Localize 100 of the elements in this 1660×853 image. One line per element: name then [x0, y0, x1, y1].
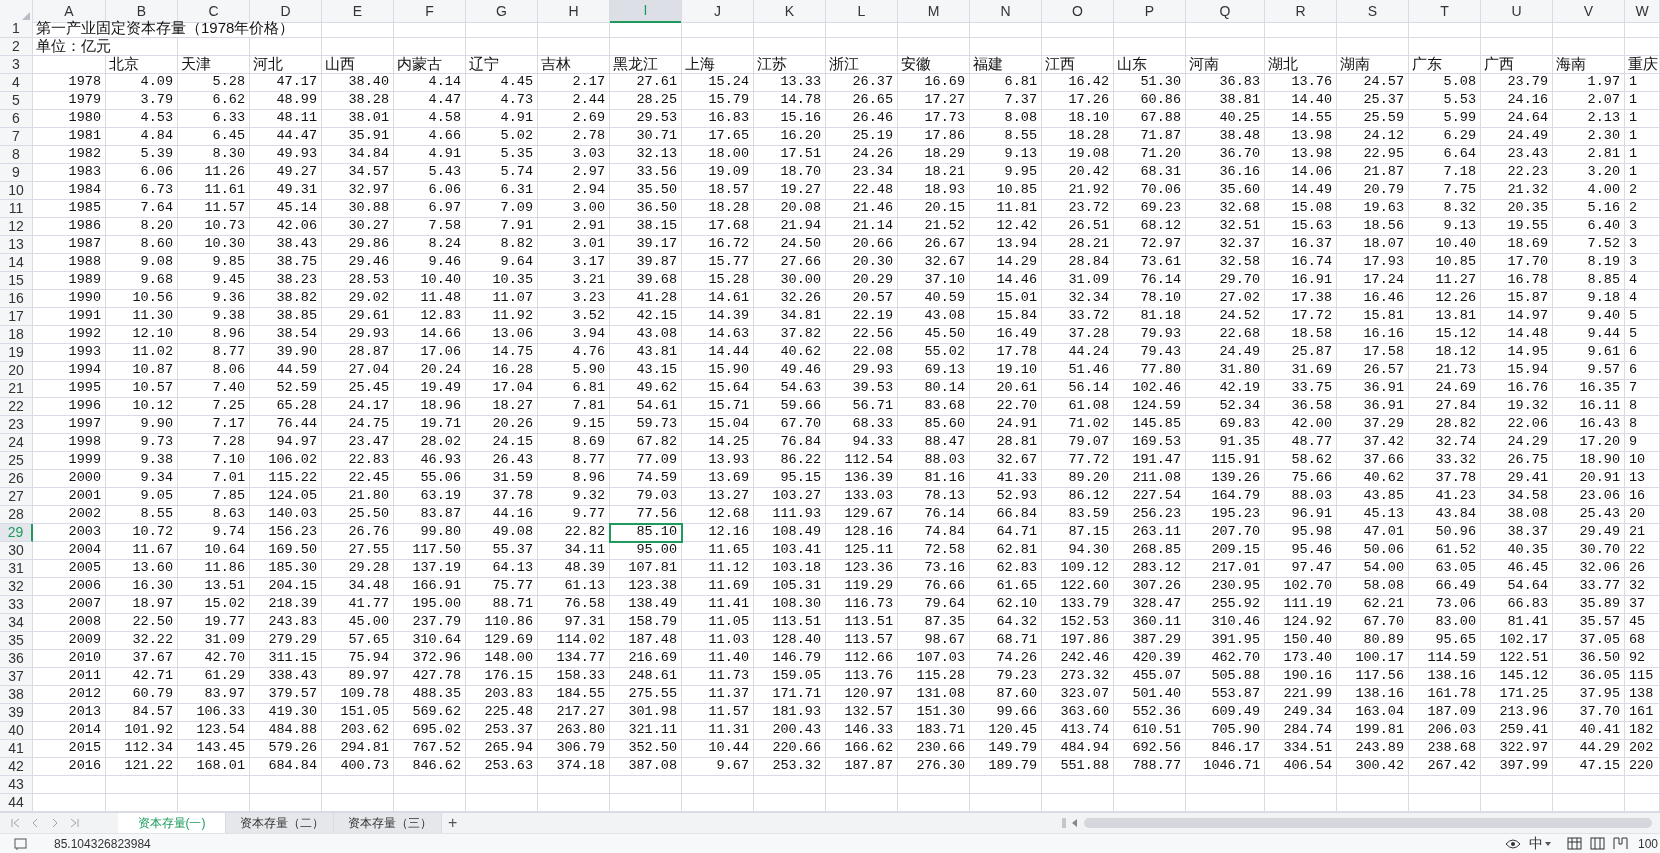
- table-cell[interactable]: 40.41: [1553, 722, 1625, 740]
- table-cell[interactable]: 18.28: [1042, 128, 1114, 146]
- sheet-tab[interactable]: 资本存量（二）: [226, 813, 334, 833]
- cell-mode-icon[interactable]: [14, 837, 28, 850]
- empty-cell[interactable]: [1625, 20, 1660, 38]
- empty-cell[interactable]: [1265, 776, 1337, 794]
- table-cell[interactable]: 17.06: [394, 344, 466, 362]
- table-cell[interactable]: 20.26: [466, 416, 538, 434]
- table-cell[interactable]: 38.28: [322, 92, 394, 110]
- column-header[interactable]: T: [1409, 0, 1481, 23]
- table-cell[interactable]: 72.97: [1114, 236, 1186, 254]
- table-cell[interactable]: 38.82: [250, 290, 322, 308]
- table-cell[interactable]: 天津: [178, 56, 250, 74]
- table-cell[interactable]: 11.05: [682, 614, 754, 632]
- table-cell[interactable]: 2.17: [538, 74, 610, 92]
- table-cell[interactable]: 57.65: [322, 632, 394, 650]
- table-cell[interactable]: 34.81: [754, 308, 826, 326]
- table-cell[interactable]: 9.74: [178, 524, 250, 542]
- table-cell[interactable]: 第一产业固定资本存量（1978年价格）: [33, 20, 322, 38]
- table-cell[interactable]: 16.49: [970, 326, 1042, 344]
- table-cell[interactable]: 124.59: [1114, 398, 1186, 416]
- table-cell[interactable]: 95.15: [754, 470, 826, 488]
- table-cell[interactable]: 32.67: [898, 254, 970, 272]
- table-cell[interactable]: 9.44: [1553, 326, 1625, 344]
- table-cell[interactable]: 浙江: [826, 56, 898, 74]
- row-header[interactable]: 38: [0, 686, 33, 704]
- table-cell[interactable]: 13.69: [682, 470, 754, 488]
- zoom-level[interactable]: 100: [1637, 834, 1658, 853]
- table-cell[interactable]: 552.36: [1114, 704, 1186, 722]
- row-header[interactable]: 31: [0, 560, 33, 578]
- table-cell[interactable]: 168.01: [178, 758, 250, 776]
- table-cell[interactable]: 6.29: [1409, 128, 1481, 146]
- row-header[interactable]: 41: [0, 740, 33, 758]
- table-cell[interactable]: 88.71: [466, 596, 538, 614]
- table-cell[interactable]: 18.70: [754, 164, 826, 182]
- table-cell[interactable]: 13.94: [970, 236, 1042, 254]
- table-cell[interactable]: 48.77: [1265, 434, 1337, 452]
- table-cell[interactable]: 37.70: [1553, 704, 1625, 722]
- table-cell[interactable]: 45.13: [1337, 506, 1409, 524]
- column-header[interactable]: K: [754, 0, 826, 23]
- table-cell[interactable]: 338.43: [250, 668, 322, 686]
- table-cell[interactable]: 156.23: [250, 524, 322, 542]
- table-cell[interactable]: 4: [1625, 290, 1660, 308]
- table-cell[interactable]: 67.88: [1114, 110, 1186, 128]
- horizontal-scrollbar[interactable]: [1084, 818, 1652, 828]
- table-cell[interactable]: 306.79: [538, 740, 610, 758]
- table-cell[interactable]: 7.40: [178, 380, 250, 398]
- table-cell[interactable]: 2012: [33, 686, 106, 704]
- empty-cell[interactable]: [826, 38, 898, 56]
- table-cell[interactable]: 13.06: [466, 326, 538, 344]
- table-cell[interactable]: 58.62: [1265, 452, 1337, 470]
- table-cell[interactable]: 33.75: [1265, 380, 1337, 398]
- table-cell[interactable]: 9.13: [970, 146, 1042, 164]
- empty-cell[interactable]: [1409, 38, 1481, 56]
- table-cell[interactable]: 2000: [33, 470, 106, 488]
- table-cell[interactable]: 7.25: [178, 398, 250, 416]
- table-cell[interactable]: 8.20: [106, 218, 178, 236]
- table-cell[interactable]: 11.41: [682, 596, 754, 614]
- row-header[interactable]: 28: [0, 506, 33, 524]
- table-cell[interactable]: 9.90: [106, 416, 178, 434]
- table-cell[interactable]: 83.97: [178, 686, 250, 704]
- table-cell[interactable]: 81.18: [1114, 308, 1186, 326]
- table-cell[interactable]: 176.15: [466, 668, 538, 686]
- empty-cell[interactable]: [1337, 776, 1409, 794]
- table-cell[interactable]: 重庆: [1625, 56, 1660, 74]
- table-cell[interactable]: 230.95: [1186, 578, 1265, 596]
- table-cell[interactable]: 80.14: [898, 380, 970, 398]
- table-cell[interactable]: 41.77: [322, 596, 394, 614]
- table-cell[interactable]: 49.93: [250, 146, 322, 164]
- table-cell[interactable]: 14.25: [682, 434, 754, 452]
- empty-cell[interactable]: [466, 20, 538, 38]
- empty-cell[interactable]: [754, 20, 826, 38]
- table-cell[interactable]: 10.44: [682, 740, 754, 758]
- table-cell[interactable]: 200.43: [754, 722, 826, 740]
- table-cell[interactable]: 35.60: [1186, 182, 1265, 200]
- table-cell[interactable]: 34.58: [1481, 488, 1553, 506]
- table-cell[interactable]: 26.67: [898, 236, 970, 254]
- row-header[interactable]: 3: [0, 56, 33, 74]
- table-cell[interactable]: 5.90: [538, 362, 610, 380]
- table-cell[interactable]: 吉林: [538, 56, 610, 74]
- table-cell[interactable]: 18.27: [466, 398, 538, 416]
- table-cell[interactable]: 26.37: [826, 74, 898, 92]
- table-cell[interactable]: 256.23: [1114, 506, 1186, 524]
- page-break-icon[interactable]: [1612, 837, 1628, 850]
- table-cell[interactable]: 138.49: [610, 596, 682, 614]
- table-cell[interactable]: 16.74: [1265, 254, 1337, 272]
- table-cell[interactable]: 65.28: [250, 398, 322, 416]
- table-cell[interactable]: 67.82: [610, 434, 682, 452]
- table-cell[interactable]: 40.62: [1337, 470, 1409, 488]
- table-cell[interactable]: 62.81: [970, 542, 1042, 560]
- empty-cell[interactable]: [682, 776, 754, 794]
- table-cell[interactable]: 2.81: [1553, 146, 1625, 164]
- table-cell[interactable]: 4: [1625, 272, 1660, 290]
- table-cell[interactable]: 6.06: [394, 182, 466, 200]
- table-cell[interactable]: 133.79: [1042, 596, 1114, 614]
- table-cell[interactable]: 220.66: [754, 740, 826, 758]
- table-cell[interactable]: 76.84: [754, 434, 826, 452]
- table-cell[interactable]: 128.16: [826, 524, 898, 542]
- table-cell[interactable]: 17.38: [1265, 290, 1337, 308]
- table-cell[interactable]: 553.87: [1186, 686, 1265, 704]
